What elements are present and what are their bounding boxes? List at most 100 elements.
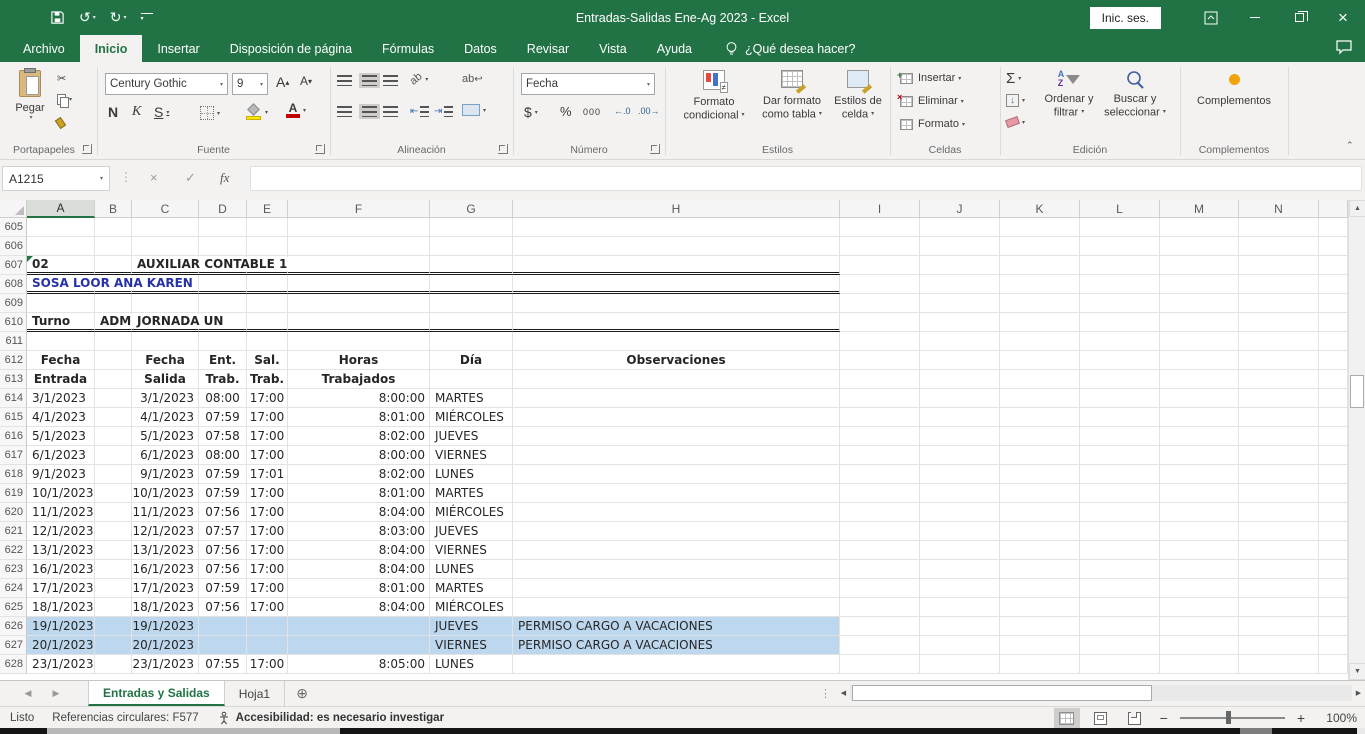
horizontal-scrollbar[interactable]: ⋮ ◀ ▶	[820, 681, 1365, 705]
cell-I624[interactable]	[840, 579, 920, 598]
cell-F618[interactable]: 8:02:00	[288, 465, 430, 484]
tab-inicio[interactable]: Inicio	[80, 35, 143, 62]
cell-K620[interactable]	[1000, 503, 1080, 522]
cell-M623[interactable]	[1160, 560, 1239, 579]
clipboard-dialog-launcher-icon[interactable]	[82, 144, 92, 154]
cell-I628[interactable]	[840, 655, 920, 674]
cell-M627[interactable]	[1160, 636, 1239, 655]
cell-A624[interactable]: 17/1/2023	[27, 579, 95, 598]
tab-vista[interactable]: Vista	[584, 35, 642, 62]
cell-K625[interactable]	[1000, 598, 1080, 617]
cell-B619[interactable]	[95, 484, 132, 503]
cell-B616[interactable]	[95, 427, 132, 446]
number-dialog-launcher-icon[interactable]	[650, 144, 660, 154]
cell-K618[interactable]	[1000, 465, 1080, 484]
cell-L610[interactable]	[1080, 313, 1160, 332]
cell-D608[interactable]	[199, 275, 247, 294]
cell-H609[interactable]	[513, 294, 840, 313]
cell-C625[interactable]: 18/1/2023	[132, 598, 199, 617]
cell-M615[interactable]	[1160, 408, 1239, 427]
col-header-H[interactable]: H	[513, 200, 840, 218]
cell-F614[interactable]: 8:00:00	[288, 389, 430, 408]
cell-C623[interactable]: 16/1/2023	[132, 560, 199, 579]
cell-F622[interactable]: 8:04:00	[288, 541, 430, 560]
align-bottom-button[interactable]	[383, 75, 398, 86]
cell-K611[interactable]	[1000, 332, 1080, 351]
sheet-nav-prev-icon[interactable]: ◀	[14, 681, 42, 706]
cell-A606[interactable]	[27, 237, 95, 256]
cell-N611[interactable]	[1239, 332, 1319, 351]
cell-M619[interactable]	[1160, 484, 1239, 503]
cell-F610[interactable]	[288, 313, 430, 332]
cell-I615[interactable]	[840, 408, 920, 427]
cell-I611[interactable]	[840, 332, 920, 351]
cell-J617[interactable]	[920, 446, 1000, 465]
align-left-button[interactable]	[337, 106, 352, 117]
cell-K628[interactable]	[1000, 655, 1080, 674]
cell-H618[interactable]	[513, 465, 840, 484]
cell-G613[interactable]	[430, 370, 513, 389]
cell-C615[interactable]: 4/1/2023	[132, 408, 199, 427]
cell-D609[interactable]	[199, 294, 247, 313]
cell-N625[interactable]	[1239, 598, 1319, 617]
cell-C610[interactable]: JORNADA UN	[132, 313, 199, 332]
cell-B610[interactable]: ADM	[95, 313, 132, 332]
restore-button[interactable]	[1277, 0, 1321, 35]
cell-N617[interactable]	[1239, 446, 1319, 465]
cell-N615[interactable]	[1239, 408, 1319, 427]
cell-B607[interactable]	[95, 256, 132, 275]
cell-F605[interactable]	[288, 218, 430, 237]
cell-M617[interactable]	[1160, 446, 1239, 465]
cell-B625[interactable]	[95, 598, 132, 617]
cell-D613[interactable]: Trab.	[199, 370, 247, 389]
cell-N610[interactable]	[1239, 313, 1319, 332]
tab-insertar[interactable]: Insertar	[142, 35, 214, 62]
paste-button[interactable]: Pegar ▾	[8, 70, 52, 148]
cell-F606[interactable]	[288, 237, 430, 256]
view-normal-button[interactable]	[1054, 708, 1080, 728]
zoom-out-icon[interactable]: −	[1156, 710, 1172, 726]
font-size-combo[interactable]: 9▾	[232, 73, 268, 95]
col-header-G[interactable]: G	[430, 200, 513, 218]
cell-J627[interactable]	[920, 636, 1000, 655]
cell-M610[interactable]	[1160, 313, 1239, 332]
cell-H608[interactable]	[513, 275, 840, 294]
cell-L615[interactable]	[1080, 408, 1160, 427]
cell-J626[interactable]	[920, 617, 1000, 636]
cell-M616[interactable]	[1160, 427, 1239, 446]
cell-K615[interactable]	[1000, 408, 1080, 427]
cell-B615[interactable]	[95, 408, 132, 427]
cell-N628[interactable]	[1239, 655, 1319, 674]
cell-J623[interactable]	[920, 560, 1000, 579]
cell-D618[interactable]: 07:59	[199, 465, 247, 484]
circular-refs-status[interactable]: Referencias circulares: F577	[52, 712, 198, 724]
cell-H623[interactable]	[513, 560, 840, 579]
cell-E626[interactable]	[247, 617, 288, 636]
cell-F616[interactable]: 8:02:00	[288, 427, 430, 446]
percent-button[interactable]: %	[560, 104, 572, 119]
cell-partial-606[interactable]	[1319, 237, 1348, 256]
cell-E619[interactable]: 17:00	[247, 484, 288, 503]
cell-partial-622[interactable]	[1319, 541, 1348, 560]
cell-C607[interactable]: AUXILIAR CONTABLE 1	[132, 256, 199, 275]
cell-N627[interactable]	[1239, 636, 1319, 655]
sheet-nav-next-icon[interactable]: ▶	[42, 681, 70, 706]
cell-A620[interactable]: 11/1/2023	[27, 503, 95, 522]
cell-M606[interactable]	[1160, 237, 1239, 256]
row-header-618[interactable]: 618	[0, 465, 27, 484]
cell-N620[interactable]	[1239, 503, 1319, 522]
cell-partial-615[interactable]	[1319, 408, 1348, 427]
cell-G610[interactable]	[430, 313, 513, 332]
row-header-612[interactable]: 612	[0, 351, 27, 370]
cell-H627[interactable]: PERMISO CARGO A VACACIONES	[513, 636, 840, 655]
cell-A619[interactable]: 10/1/2023	[27, 484, 95, 503]
cell-E621[interactable]: 17:00	[247, 522, 288, 541]
cell-I613[interactable]	[840, 370, 920, 389]
confirm-entry-icon[interactable]: ✓	[185, 170, 196, 186]
tab-formulas[interactable]: Fórmulas	[367, 35, 449, 62]
cell-partial-624[interactable]	[1319, 579, 1348, 598]
cell-partial-626[interactable]	[1319, 617, 1348, 636]
row-header-609[interactable]: 609	[0, 294, 27, 313]
cell-B626[interactable]	[95, 617, 132, 636]
col-header-L[interactable]: L	[1080, 200, 1160, 218]
